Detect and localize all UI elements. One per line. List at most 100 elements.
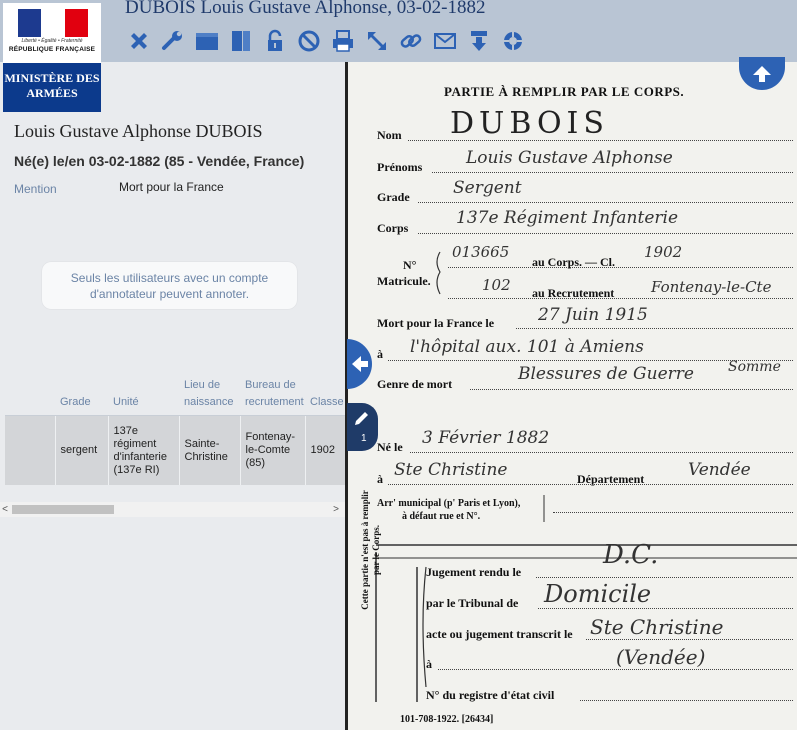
close-icon[interactable] <box>125 28 153 54</box>
scroll-thumb[interactable] <box>12 505 114 514</box>
table-row[interactable]: sergent 137e régiment d'infanterie (137e… <box>5 415 346 485</box>
prohibited-icon[interactable] <box>295 28 323 54</box>
ministry-logo[interactable]: Liberté • Égalité • Fraternité RÉPUBLIQU… <box>3 3 101 112</box>
handwritten-matricule-recrutement: 102 <box>482 276 511 294</box>
print-icon[interactable] <box>329 28 357 54</box>
column-header-classe[interactable]: Classe <box>305 369 345 416</box>
doc-label-matricule: Matricule. <box>377 274 431 288</box>
toolbar <box>125 28 527 54</box>
dotted-line <box>470 389 793 390</box>
pencil-icon <box>355 412 368 425</box>
doc-label-corps: Corps <box>377 221 409 235</box>
handwritten-classe: 1902 <box>644 243 683 261</box>
doc-label-nom: Nom <box>377 128 402 142</box>
doc-label-ne-le: Né le <box>377 440 403 454</box>
handwritten-naissance: 3 Février 1882 <box>422 428 550 448</box>
lock-icon[interactable] <box>261 28 289 54</box>
doc-footer: 101-708-1922. [26434] <box>400 714 494 725</box>
wrench-icon[interactable] <box>159 28 187 54</box>
record-table: Grade Unité Lieu de naissance Bureau de … <box>5 369 346 485</box>
doc-label-mort: Mort pour la France le <box>377 316 495 330</box>
dotted-line <box>438 669 793 670</box>
single-page-icon[interactable] <box>193 28 221 54</box>
dotted-line <box>448 298 793 299</box>
handwritten-departement: Vendée <box>688 460 751 480</box>
document-viewer[interactable]: PARTIE À REMPLIR PAR LE CORPS. Nom DUBOI… <box>348 62 797 730</box>
dotted-line <box>418 233 793 234</box>
doc-label-matricule-n: N° <box>403 258 417 272</box>
table-cell: 1902 <box>305 415 346 485</box>
doc-label-arr1: Arr' municipal (p' Paris et Lyon), <box>377 498 521 509</box>
doc-label-a2: à <box>377 472 383 486</box>
dotted-line <box>536 577 793 578</box>
expand-icon[interactable] <box>363 28 391 54</box>
download-icon[interactable] <box>465 28 493 54</box>
annotation-notice: Seuls les utilisateurs avec un compte d'… <box>42 262 297 309</box>
table-cell: sergent <box>55 415 109 485</box>
document-title: DUBOIS Louis Gustave Alphonse, 03-02-188… <box>125 0 486 18</box>
doc-label-a1: à <box>377 347 383 361</box>
doc-label-tribunal: par le Tribunal de <box>426 596 519 610</box>
horizontal-scrollbar[interactable]: < > <box>0 502 345 517</box>
doc-label-acte: acte ou jugement transcrit le <box>426 627 573 641</box>
dotted-line <box>432 172 793 173</box>
doc-label-genre: Genre de mort <box>377 377 453 391</box>
logo-ministry: MINISTÈRE DES ARMÉES <box>4 71 100 100</box>
dotted-line <box>410 452 793 453</box>
lifebuoy-icon[interactable] <box>499 28 527 54</box>
dotted-line <box>418 202 793 203</box>
info-panel: Louis Gustave Alphonse DUBOIS Né(e) le/e… <box>0 62 346 730</box>
logo-marianne-block: Liberté • Égalité • Fraternité RÉPUBLIQU… <box>3 3 101 63</box>
scroll-right-arrow[interactable]: > <box>331 502 341 517</box>
tricolor-icon <box>18 9 88 37</box>
scroll-left-arrow[interactable]: < <box>0 502 10 517</box>
top-bar: DUBOIS Louis Gustave Alphonse, 03-02-188… <box>0 0 797 62</box>
handwritten-matricule-corps: 013665 <box>452 243 510 261</box>
logo-republic: RÉPUBLIQUE FRANÇAISE <box>8 46 96 53</box>
dotted-line <box>516 328 793 329</box>
table-cell <box>5 415 56 485</box>
column-header-unite[interactable]: Unité <box>108 369 179 416</box>
handwritten-jugement: D.C. <box>603 540 659 570</box>
doc-label-prenoms: Prénoms <box>377 160 423 174</box>
dotted-line <box>580 700 793 701</box>
document-heading: PARTIE À REMPLIR PAR LE CORPS. <box>444 84 685 99</box>
mail-icon[interactable] <box>431 28 459 54</box>
birth-info: Né(e) le/en 03-02-1882 (85 - Vendée, Fra… <box>14 153 305 169</box>
logo-motto: Liberté • Égalité • Fraternité <box>21 38 83 44</box>
dotted-line <box>586 639 793 640</box>
link-icon[interactable] <box>397 28 425 54</box>
handwritten-somme: Somme <box>728 359 781 375</box>
doc-label-a3: à <box>426 657 432 671</box>
doc-label-arr2: à défaut rue et N°. <box>402 511 481 522</box>
doc-label-registre: N° du registre d'état civil <box>426 688 555 702</box>
annotation-notice-text: Seuls les utilisateurs avec un compte d'… <box>70 270 269 301</box>
mention-label: Mention <box>14 182 57 196</box>
handwritten-corps: 137e Régiment Infanterie <box>456 208 679 228</box>
handwritten-lieu-mort: l'hôpital aux. 101 à Amiens <box>410 337 644 357</box>
table-cell: Sainte-Christine <box>179 415 241 485</box>
column-header-lieu-naissance[interactable]: Lieu de naissance <box>179 369 240 416</box>
handwritten-genre: Blessures de Guerre <box>518 364 694 384</box>
dotted-line <box>553 512 793 513</box>
dotted-line <box>388 484 793 485</box>
handwritten-nom: DUBOIS <box>450 106 609 141</box>
table-header-row: Grade Unité Lieu de naissance Bureau de … <box>5 369 345 416</box>
column-header-bureau[interactable]: Bureau de recrutement <box>240 369 305 416</box>
handwritten-prenoms: Louis Gustave Alphonse <box>466 148 673 168</box>
handwritten-mort-date: 27 Juin 1915 <box>538 305 648 325</box>
dotted-line <box>448 267 793 268</box>
column-header[interactable] <box>5 369 55 416</box>
handwritten-transcrit: Ste Christine <box>590 615 724 639</box>
arrow-up-icon <box>753 65 771 82</box>
person-name: Louis Gustave Alphonse DUBOIS <box>14 121 263 141</box>
doc-label-jugement: Jugement rendu le <box>426 565 522 579</box>
column-header-grade[interactable]: Grade <box>55 369 108 416</box>
table-cell: 137e régiment d'infanterie (137e RI) <box>108 415 180 485</box>
dotted-line <box>538 608 793 609</box>
doc-side-note: Cette partie n'est pas à remplir par le … <box>360 490 381 610</box>
annotation-count: 1 <box>361 433 367 444</box>
double-page-icon[interactable] <box>227 28 255 54</box>
annotate-button[interactable]: 1 <box>347 403 378 451</box>
handwritten-recrutement: Fontenay-le-Cte <box>651 278 772 296</box>
